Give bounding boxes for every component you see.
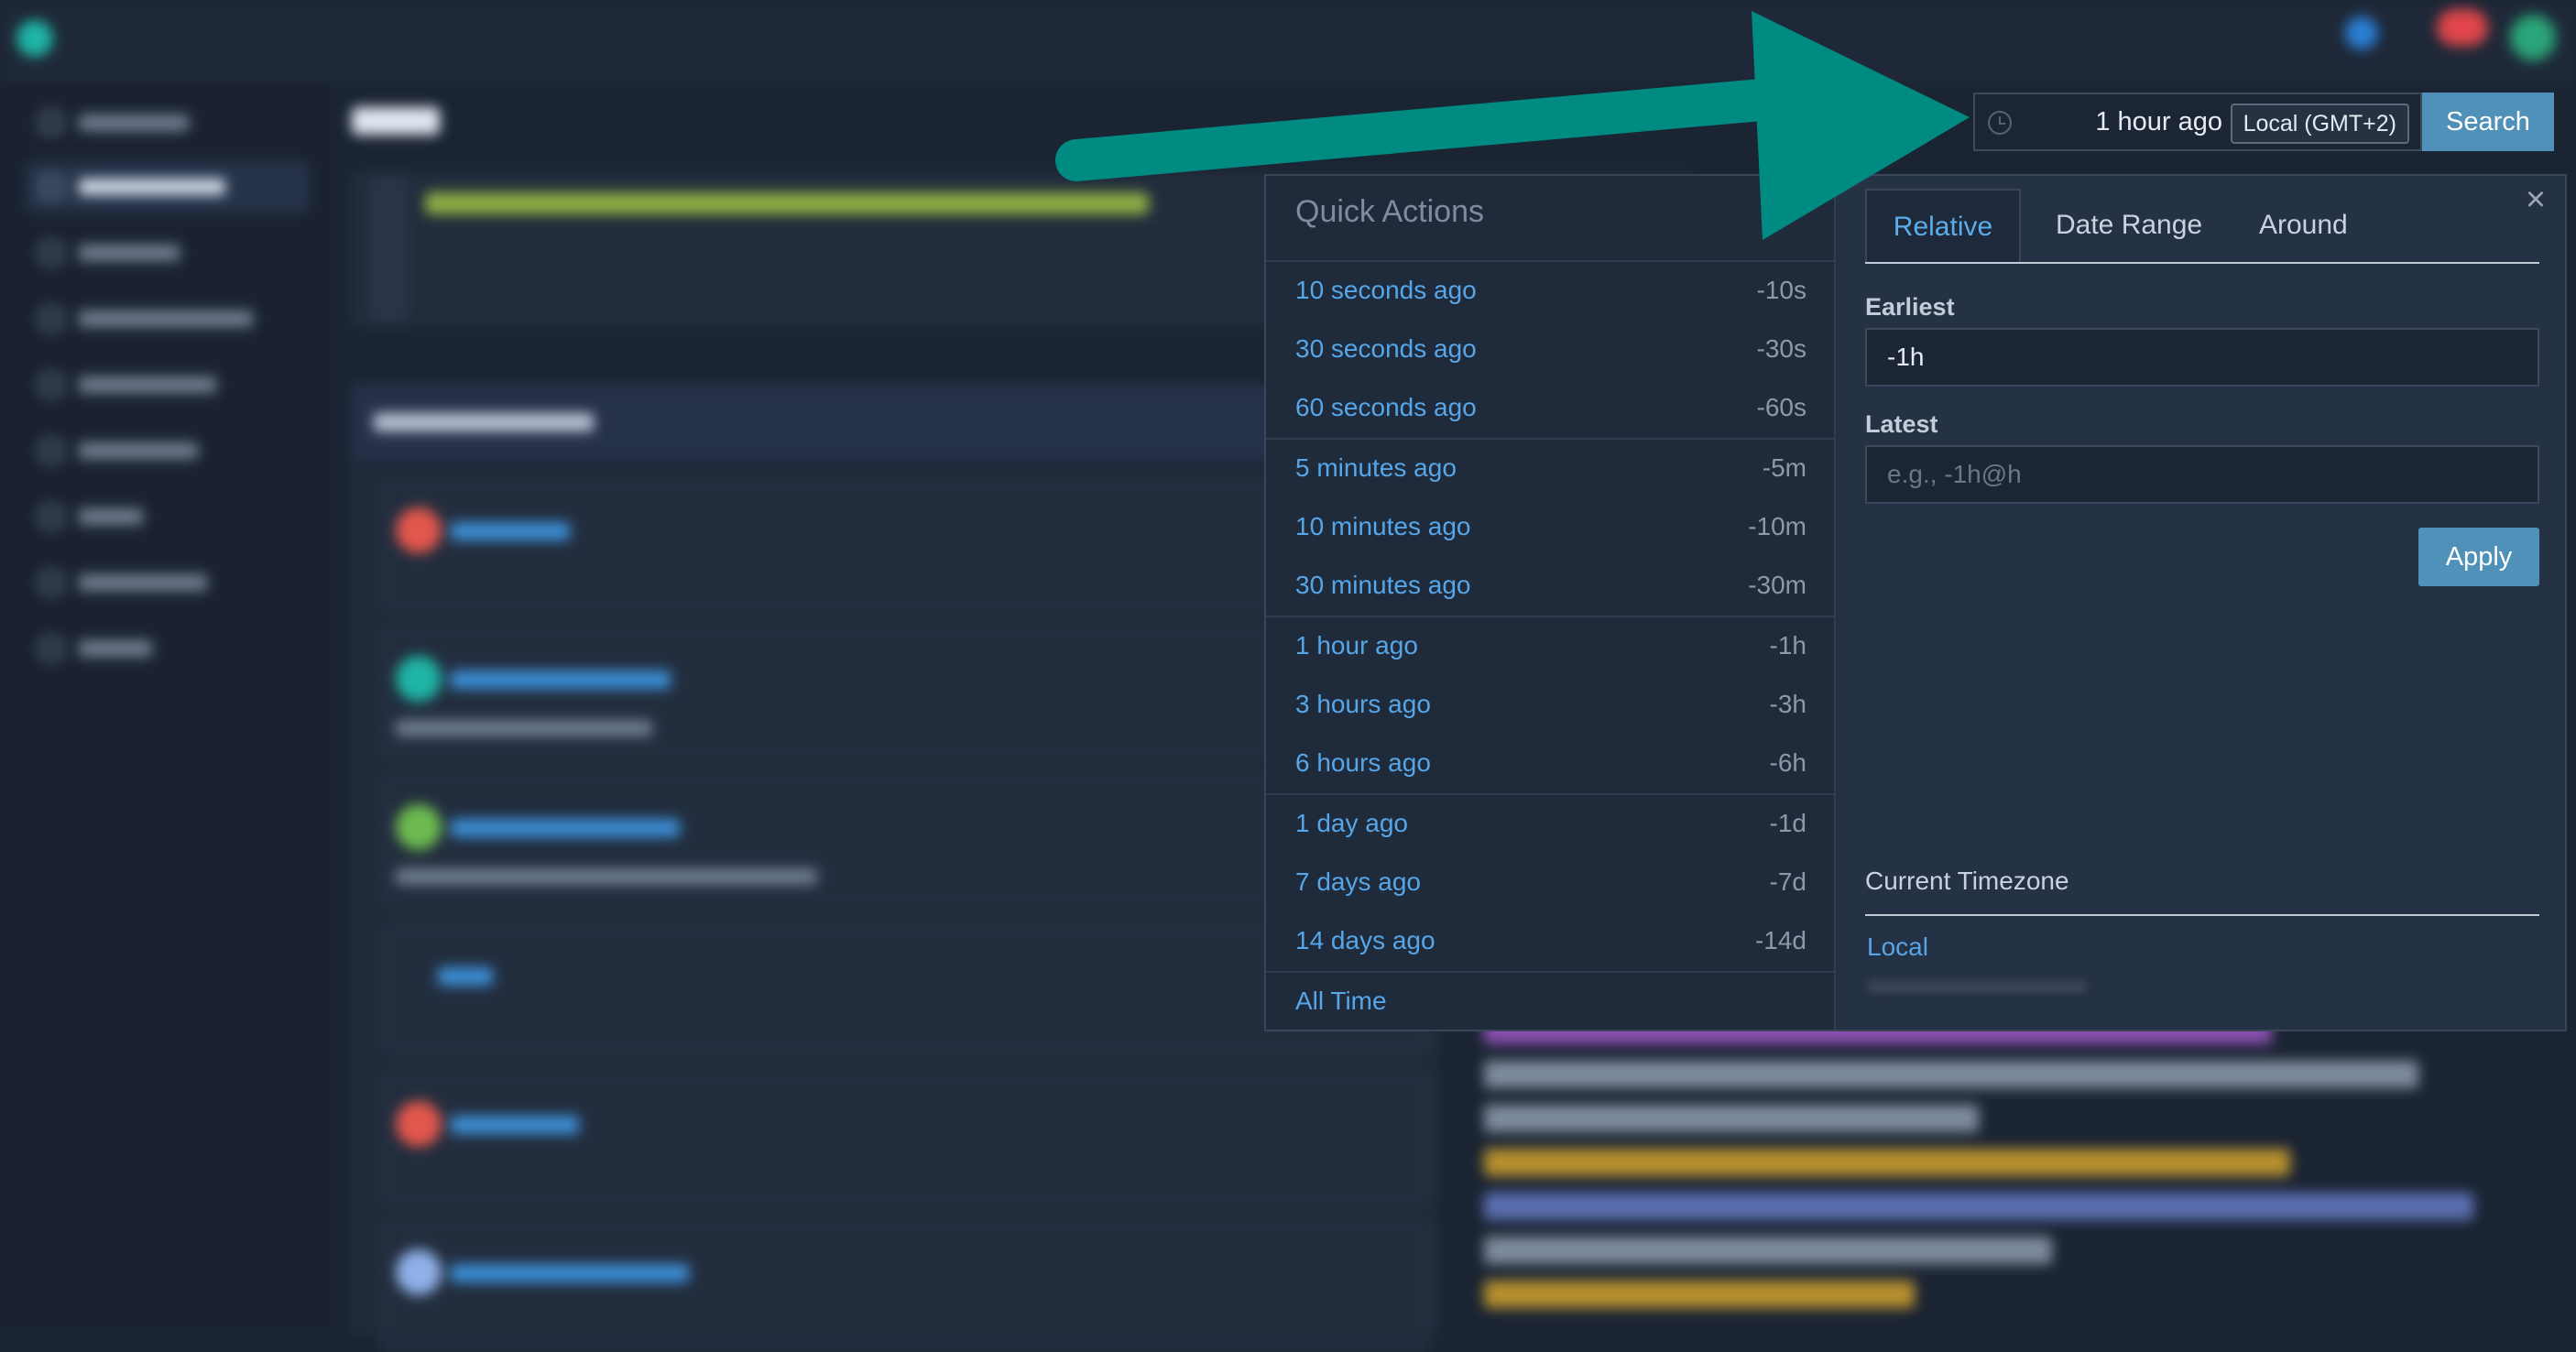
annotation-arrow-icon: [1055, 11, 1970, 240]
